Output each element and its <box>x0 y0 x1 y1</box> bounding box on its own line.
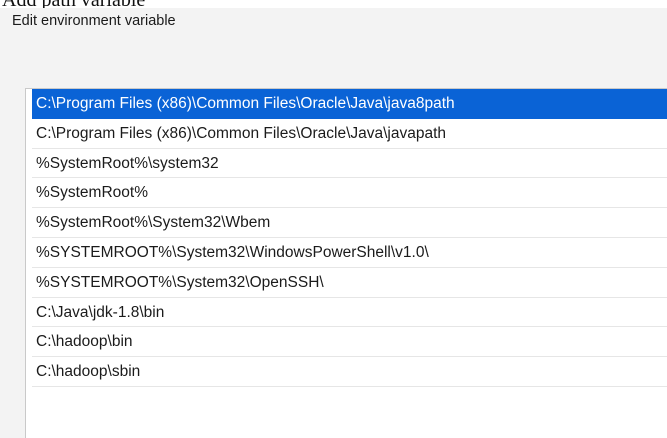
path-list-item[interactable]: C:\Program Files (x86)\Common Files\Orac… <box>32 89 667 119</box>
path-list-item[interactable]: %SystemRoot% <box>32 178 667 209</box>
path-list-item[interactable]: C:\Program Files (x86)\Common Files\Orac… <box>32 119 667 149</box>
edit-environment-variable-dialog: Edit environment variable C:\Program Fil… <box>0 8 667 438</box>
page-caption: Add path variable <box>0 0 667 8</box>
path-list-item[interactable]: %SystemRoot%\system32 <box>32 149 667 179</box>
path-list-item[interactable]: C:\hadoop\bin <box>32 327 667 358</box>
path-list-item[interactable]: %SYSTEMROOT%\System32\OpenSSH\ <box>32 268 667 298</box>
dialog-title: Edit environment variable <box>12 13 176 29</box>
path-list-item[interactable]: %SYSTEMROOT%\System32\WindowsPowerShell\… <box>32 238 667 268</box>
path-list[interactable]: C:\Program Files (x86)\Common Files\Orac… <box>25 88 667 438</box>
path-list-item[interactable]: C:\hadoop\sbin <box>32 357 667 387</box>
path-list-item[interactable]: %SystemRoot%\System32\Wbem <box>32 208 667 238</box>
path-list-item[interactable]: C:\Java\jdk-1.8\bin <box>32 298 667 328</box>
